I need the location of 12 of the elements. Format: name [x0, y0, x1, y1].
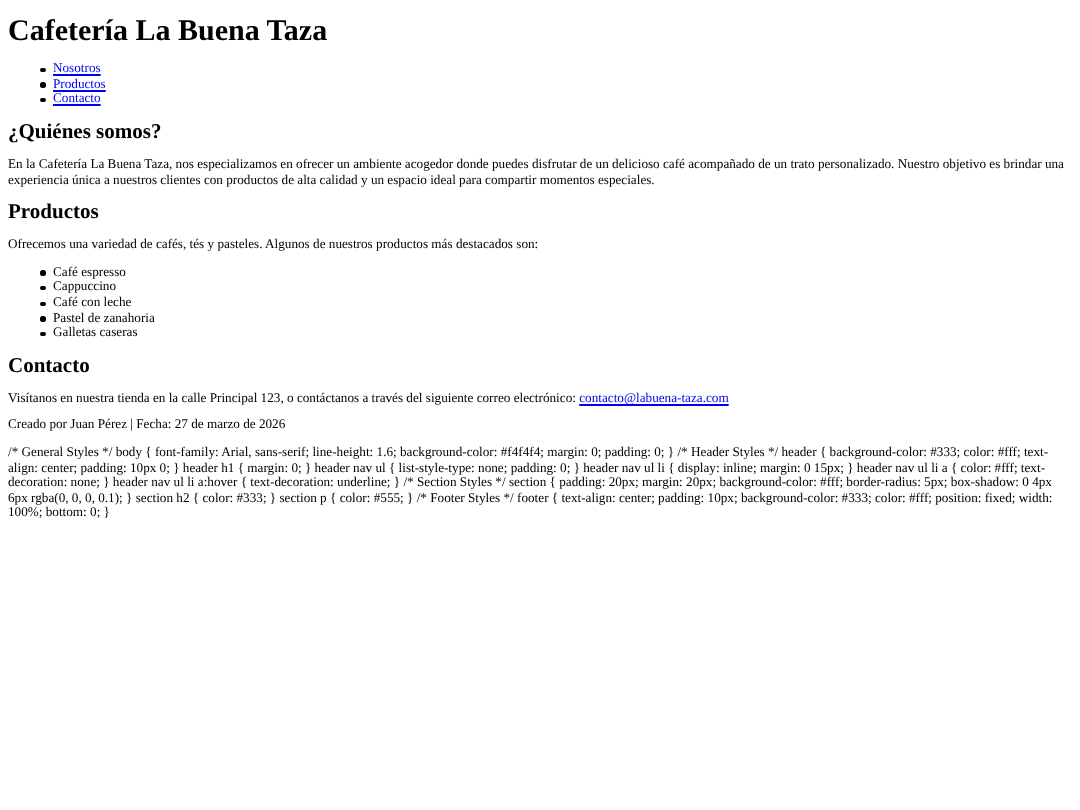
bullet-icon [40, 97, 45, 103]
bullet-icon [40, 316, 45, 322]
section-heading: Contacto [8, 355, 92, 380]
bullet-icon [40, 270, 45, 276]
bullet-icon [40, 285, 45, 291]
bullet-icon [40, 301, 45, 307]
bullet-icon [40, 67, 45, 73]
page-title: Cafetería La Buena Taza [8, 16, 330, 51]
bullet-icon [40, 82, 45, 88]
section-heading: Productos [8, 202, 101, 227]
bullet-icon [40, 331, 45, 337]
section-heading: ¿Quiénes somos? [8, 121, 164, 147]
